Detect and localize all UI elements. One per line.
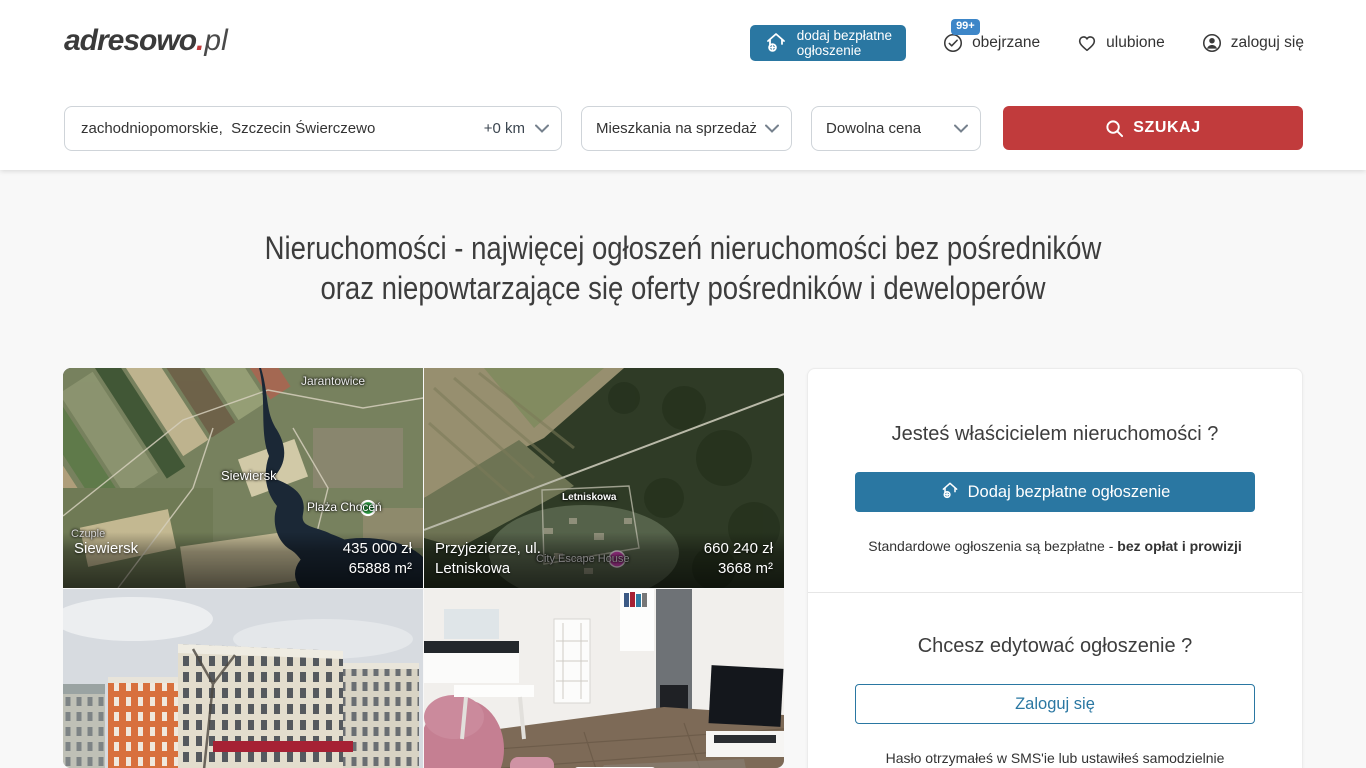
nav-favorites[interactable]: ulubione: [1076, 32, 1165, 54]
owner-heading: Jesteś właścicielem nieruchomości ?: [808, 423, 1302, 446]
search-bar: +0 km Mieszkania na sprzedaż Dowolna cen…: [64, 106, 1304, 151]
sidebar-owner-section: Jesteś właścicielem nieruchomości ? Doda…: [808, 369, 1302, 554]
listing-card-wola[interactable]: Wola Zgłobieńska 890 000 zł: [424, 589, 784, 768]
sidebar-panel: Jesteś właścicielem nieruchomości ? Doda…: [807, 368, 1303, 768]
chevron-down-icon: [765, 124, 779, 133]
edit-heading: Chcesz edytować ogłoszenie ?: [808, 635, 1302, 658]
heart-icon: [1076, 32, 1098, 54]
listing-area: 65888 m²: [349, 560, 412, 577]
nav-viewed-label: obejrzane: [972, 34, 1040, 52]
radius-select[interactable]: +0 km: [476, 120, 549, 137]
radius-value: +0 km: [484, 120, 525, 137]
search-button[interactable]: SZUKAJ: [1003, 106, 1303, 150]
user-circle-icon: [1201, 32, 1223, 54]
listing-card-lublin[interactable]: Lublin Śródmieście, ul. 545 000 zł: [63, 589, 423, 768]
listing-price: 435 000 zł: [343, 540, 412, 557]
site-logo[interactable]: adresowo.pl: [64, 24, 228, 58]
listing-card-przyjezierze[interactable]: Letniskowa City Escape House Przyjezierz…: [424, 368, 784, 588]
listing-card-siewiersk[interactable]: Jarantowice Siewiersk Plaża Choceń Czupl…: [63, 368, 423, 588]
listing-price: 660 240 zł: [704, 540, 773, 557]
price-select[interactable]: Dowolna cena: [811, 106, 981, 151]
header: adresowo.pl dodaj bezpłatne ogłoszenie: [0, 0, 1366, 170]
house-plus-icon: [764, 30, 788, 57]
listing-photo-buildings: [63, 589, 423, 768]
page-title: Nieruchomości - najwięcej ogłoszeń nieru…: [96, 228, 1271, 308]
sidebar-edit-section: Chcesz edytować ogłoszenie ? Zaloguj się…: [808, 593, 1302, 766]
house-plus-icon: [940, 480, 960, 505]
offer-type-select[interactable]: Mieszkania na sprzedaż: [581, 106, 792, 151]
listings-grid: Jarantowice Siewiersk Plaża Choceń Czupl…: [63, 368, 784, 768]
page: adresowo.pl dodaj bezpłatne ogłoszenie: [0, 0, 1366, 768]
listing-price-area: 660 240 zł 3668 m²: [704, 539, 773, 579]
logo-brand: adresowo: [64, 24, 196, 57]
listing-photo-interior: [424, 589, 784, 768]
listing-price-area: 435 000 zł 65888 m²: [343, 539, 412, 579]
nav-viewed[interactable]: 99+ obejrzane: [942, 32, 1040, 54]
chevron-down-icon: [535, 124, 549, 133]
listing-title: Przyjezierze, ul. Letniskowa: [435, 539, 704, 579]
edit-note: Hasło otrzymałeś w SMS'ie lub ustawiłeś …: [808, 750, 1302, 766]
search-button-label: SZUKAJ: [1133, 119, 1201, 137]
sidebar-add-listing-button[interactable]: Dodaj bezpłatne ogłoszenie: [855, 472, 1255, 512]
nav-login[interactable]: zaloguj się: [1201, 32, 1304, 54]
logo-tld: pl: [204, 24, 227, 57]
chevron-down-icon: [954, 124, 968, 133]
location-field: +0 km: [64, 106, 562, 151]
offer-type-value: Mieszkania na sprzedaż: [596, 120, 757, 137]
header-nav: dodaj bezpłatne ogłoszenie 99+ obejrzane: [750, 0, 1304, 86]
owner-note: Standardowe ogłoszenia są bezpłatne - be…: [808, 538, 1302, 554]
add-listing-label: dodaj bezpłatne ogłoszenie: [797, 28, 892, 58]
sidebar-login-button[interactable]: Zaloguj się: [855, 684, 1255, 724]
listing-title: Siewiersk: [74, 539, 343, 559]
search-icon: [1105, 119, 1124, 138]
price-value: Dowolna cena: [826, 120, 921, 137]
sidebar-add-listing-label: Dodaj bezpłatne ogłoszenie: [968, 483, 1171, 502]
location-input[interactable]: [81, 120, 476, 137]
check-circle-icon: [942, 32, 964, 54]
map-pin-green: [361, 501, 375, 515]
sidebar-login-label: Zaloguj się: [1015, 695, 1095, 714]
viewed-count-badge: 99+: [951, 19, 980, 35]
add-listing-button[interactable]: dodaj bezpłatne ogłoszenie: [750, 25, 906, 61]
listing-area: 3668 m²: [718, 560, 773, 577]
listing-overlay: Przyjezierze, ul. Letniskowa 660 240 zł …: [424, 532, 784, 588]
listing-overlay: Siewiersk 435 000 zł 65888 m²: [63, 532, 423, 588]
nav-login-label: zaloguj się: [1231, 34, 1304, 52]
nav-favorites-label: ulubione: [1106, 34, 1165, 52]
